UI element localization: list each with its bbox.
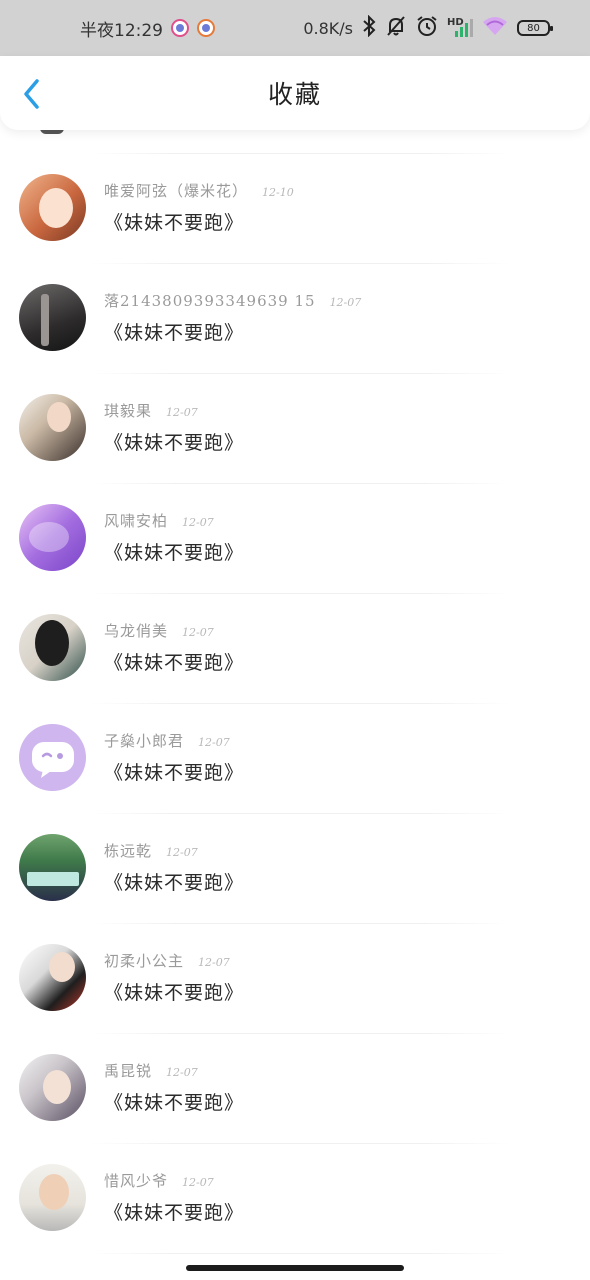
mute-bell-icon bbox=[385, 15, 407, 42]
signal-icon: HD bbox=[447, 17, 473, 39]
home-indicator[interactable] bbox=[186, 1265, 404, 1271]
favorites-list: 唯爱阿弦（爆米花） 12-10 《妹妹不要跑》 落2143809393349639… bbox=[0, 154, 590, 1254]
avatar[interactable] bbox=[19, 1164, 86, 1231]
username[interactable]: 惜风少爷 bbox=[104, 1170, 168, 1191]
network-speed: 0.8K/s bbox=[303, 18, 353, 38]
date: 12-07 bbox=[198, 736, 230, 749]
date: 12-07 bbox=[198, 956, 230, 969]
post-title[interactable]: 《妹妹不要跑》 bbox=[104, 758, 244, 785]
date: 12-07 bbox=[182, 516, 214, 529]
post-title[interactable]: 《妹妹不要跑》 bbox=[104, 208, 244, 235]
post-title[interactable]: 《妹妹不要跑》 bbox=[104, 648, 244, 675]
avatar[interactable] bbox=[19, 724, 86, 791]
chat-bubble-icon bbox=[41, 752, 63, 778]
date: 12-07 bbox=[182, 1176, 214, 1189]
app-notification-icon bbox=[197, 19, 215, 37]
username[interactable]: 栋远乾 bbox=[104, 840, 152, 861]
list-item[interactable]: 惜风少爷 12-07 《妹妹不要跑》 bbox=[0, 1144, 590, 1254]
list-item[interactable]: 琪毅果 12-07 《妹妹不要跑》 bbox=[0, 374, 590, 484]
date: 12-07 bbox=[166, 406, 198, 419]
avatar[interactable] bbox=[19, 834, 86, 901]
post-title[interactable]: 《妹妹不要跑》 bbox=[104, 868, 244, 895]
post-title[interactable]: 《妹妹不要跑》 bbox=[104, 318, 244, 345]
wifi-icon bbox=[482, 16, 508, 41]
post-title[interactable]: 《妹妹不要跑》 bbox=[104, 1198, 244, 1225]
post-title[interactable]: 《妹妹不要跑》 bbox=[104, 978, 244, 1005]
date: 12-07 bbox=[166, 846, 198, 859]
date: 12-10 bbox=[262, 186, 294, 199]
avatar[interactable] bbox=[19, 394, 86, 461]
list-item[interactable]: 风啸安柏 12-07 《妹妹不要跑》 bbox=[0, 484, 590, 594]
battery-icon: 80 bbox=[517, 20, 553, 36]
status-right: 0.8K/s HD 80 bbox=[303, 0, 553, 56]
username[interactable]: 禹昆锐 bbox=[104, 1060, 152, 1081]
username[interactable]: 子燊小郎君 bbox=[104, 730, 184, 751]
list-item[interactable]: 落2143809393349639 15 12-07 《妹妹不要跑》 bbox=[0, 264, 590, 374]
list-item[interactable]: 唯爱阿弦（爆米花） 12-10 《妹妹不要跑》 bbox=[0, 154, 590, 264]
status-left: 半夜12:29 bbox=[80, 0, 215, 56]
list-item[interactable]: 子燊小郎君 12-07 《妹妹不要跑》 bbox=[0, 704, 590, 814]
date: 12-07 bbox=[182, 626, 214, 639]
username[interactable]: 风啸安柏 bbox=[104, 510, 168, 531]
username[interactable]: 落2143809393349639 15 bbox=[104, 290, 316, 311]
status-bar: 半夜12:29 0.8K/s HD 80 bbox=[0, 0, 590, 56]
avatar[interactable] bbox=[19, 944, 86, 1011]
post-title[interactable]: 《妹妹不要跑》 bbox=[104, 1088, 244, 1115]
username[interactable]: 唯爱阿弦（爆米花） bbox=[104, 180, 248, 201]
page-title: 收藏 bbox=[267, 80, 322, 109]
avatar[interactable] bbox=[19, 174, 86, 241]
avatar[interactable] bbox=[19, 284, 86, 351]
list-item[interactable]: 乌龙俏美 12-07 《妹妹不要跑》 bbox=[0, 594, 590, 704]
list-item[interactable]: 栋远乾 12-07 《妹妹不要跑》 bbox=[0, 814, 590, 924]
username[interactable]: 琪毅果 bbox=[104, 400, 152, 421]
avatar[interactable] bbox=[19, 504, 86, 571]
header-bar: 收藏 bbox=[0, 56, 590, 130]
date: 12-07 bbox=[329, 296, 362, 309]
username[interactable]: 乌龙俏美 bbox=[104, 620, 168, 641]
bluetooth-icon bbox=[362, 14, 376, 42]
post-title[interactable]: 《妹妹不要跑》 bbox=[104, 428, 244, 455]
alarm-icon bbox=[416, 15, 438, 42]
app-notification-icon bbox=[171, 19, 189, 37]
post-title[interactable]: 《妹妹不要跑》 bbox=[104, 538, 244, 565]
list-item[interactable]: 禹昆锐 12-07 《妹妹不要跑》 bbox=[0, 1034, 590, 1144]
avatar[interactable] bbox=[19, 1054, 86, 1121]
username[interactable]: 初柔小公主 bbox=[104, 950, 184, 971]
date: 12-07 bbox=[166, 1066, 198, 1079]
status-time: 半夜12:29 bbox=[80, 20, 163, 41]
avatar[interactable] bbox=[19, 614, 86, 681]
list-item[interactable]: 初柔小公主 12-07 《妹妹不要跑》 bbox=[0, 924, 590, 1034]
divider bbox=[90, 1253, 510, 1254]
